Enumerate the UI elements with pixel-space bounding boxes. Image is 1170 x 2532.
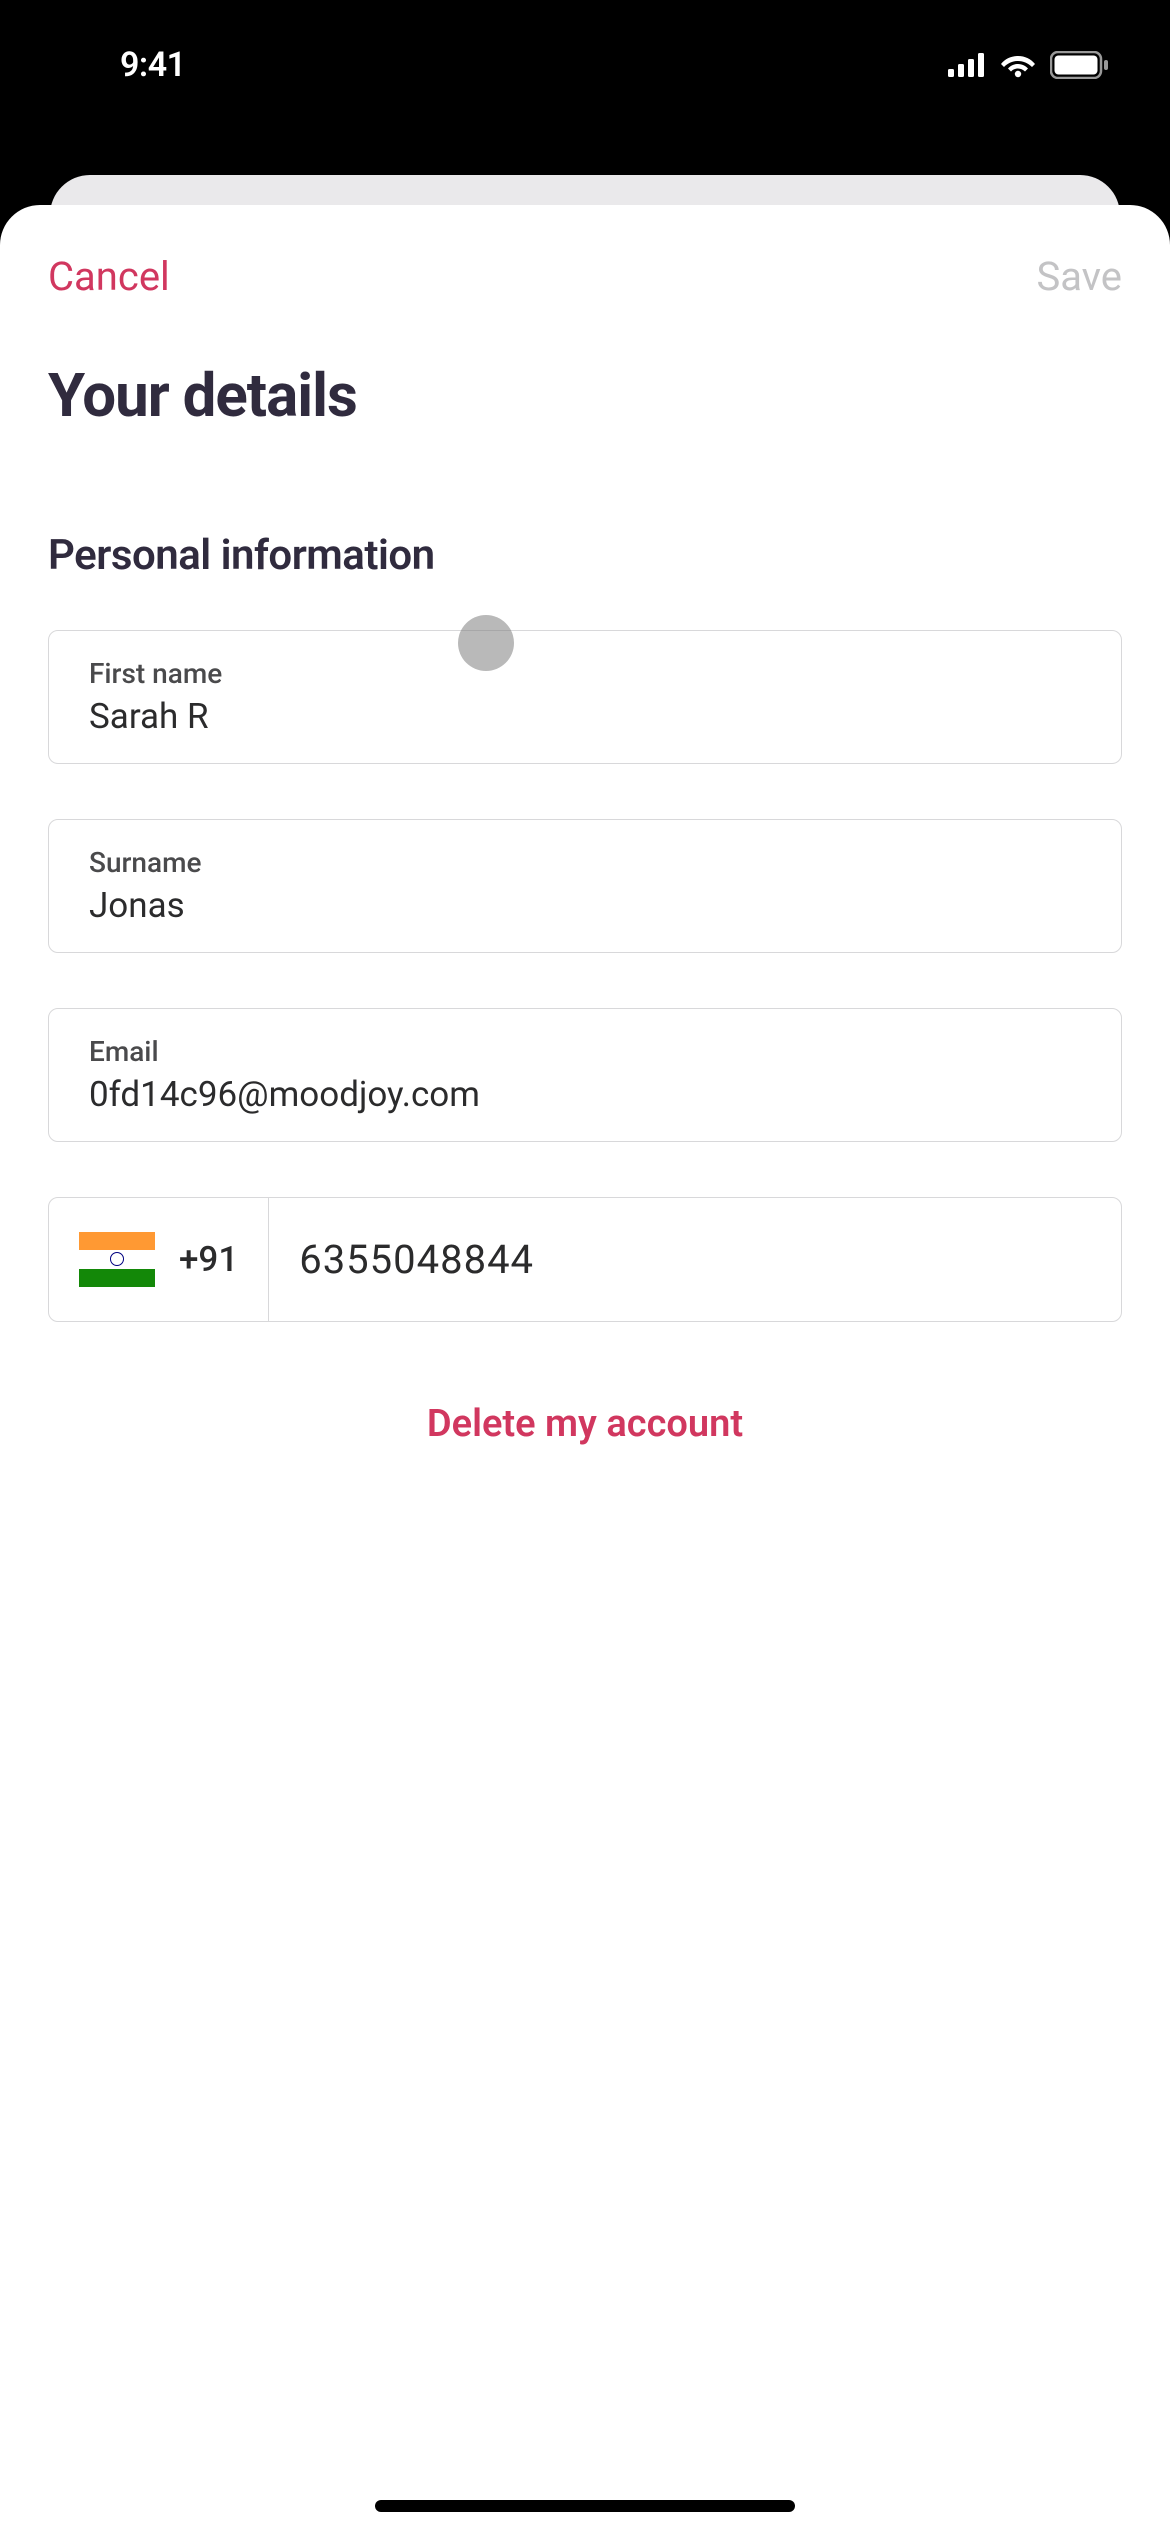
modal-sheet: Cancel Save Your details Personal inform… — [0, 205, 1170, 2532]
first-name-label: First name — [89, 657, 1081, 690]
cancel-button[interactable]: Cancel — [48, 253, 170, 300]
status-time: 9:41 — [120, 45, 186, 85]
india-flag-icon — [79, 1232, 155, 1287]
email-label: Email — [89, 1035, 1081, 1068]
modal-header: Cancel Save — [48, 253, 1122, 300]
first-name-field[interactable]: First name — [48, 630, 1122, 764]
email-input[interactable] — [89, 1074, 1081, 1115]
status-bar: 9:41 — [0, 0, 1170, 130]
cellular-signal-icon — [948, 53, 986, 77]
battery-icon — [1050, 51, 1110, 79]
country-code-label: +91 — [179, 1239, 238, 1280]
surname-input[interactable] — [89, 885, 1081, 926]
home-indicator[interactable] — [375, 2500, 795, 2512]
surname-field[interactable]: Surname — [48, 819, 1122, 953]
wifi-icon — [1000, 52, 1036, 78]
country-code-selector[interactable]: +91 — [49, 1198, 269, 1321]
surname-label: Surname — [89, 846, 1081, 879]
delete-account-button[interactable]: Delete my account — [48, 1402, 1122, 1446]
phone-number-input[interactable] — [269, 1198, 1121, 1321]
first-name-input[interactable] — [89, 696, 1081, 737]
touch-indicator-icon — [458, 615, 514, 671]
email-field[interactable]: Email — [48, 1008, 1122, 1142]
page-title: Your details — [48, 360, 1122, 431]
phone-field: +91 — [48, 1197, 1122, 1322]
section-personal-info-title: Personal information — [48, 531, 1122, 580]
status-indicators — [948, 51, 1110, 79]
save-button[interactable]: Save — [1036, 253, 1122, 300]
